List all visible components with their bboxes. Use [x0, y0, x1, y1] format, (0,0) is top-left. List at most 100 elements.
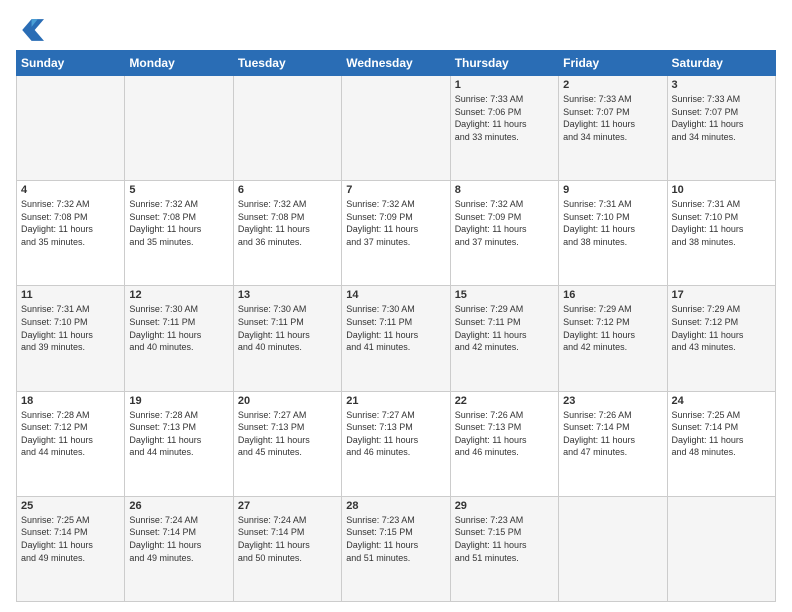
calendar-cell: 10 Sunrise: 7:31 AM Sunset: 7:10 PM Dayli…: [667, 181, 775, 286]
page: SundayMondayTuesdayWednesdayThursdayFrid…: [0, 0, 792, 612]
calendar-cell: 13Sunrise: 7:30 AM Sunset: 7:11 PM Dayli…: [233, 286, 341, 391]
day-number: 28: [346, 500, 445, 512]
day-number: 5: [129, 184, 228, 196]
day-info: Sunrise: 7:28 AM Sunset: 7:12 PM Dayligh…: [21, 409, 120, 459]
day-info: Sunrise: 7:32 AM Sunset: 7:09 PM Dayligh…: [455, 198, 554, 248]
day-of-week-header: Wednesday: [342, 51, 450, 76]
calendar-cell: [17, 76, 125, 181]
day-of-week-header: Saturday: [667, 51, 775, 76]
day-of-week-header: Thursday: [450, 51, 558, 76]
day-number: 21: [346, 395, 445, 407]
day-info: Sunrise: 7:33 AM Sunset: 7:06 PM Dayligh…: [455, 93, 554, 143]
day-info: Sunrise: 7:32 AM Sunset: 7:08 PM Dayligh…: [238, 198, 337, 248]
day-number: 22: [455, 395, 554, 407]
calendar-cell: 25 Sunrise: 7:25 AM Sunset: 7:14 PM Dayli…: [17, 496, 125, 601]
calendar-cell: 17 Sunrise: 7:29 AM Sunset: 7:12 PM Dayli…: [667, 286, 775, 391]
calendar-cell: 19 Sunrise: 7:28 AM Sunset: 7:13 PM Dayli…: [125, 391, 233, 496]
day-info: Sunrise: 7:25 AM Sunset: 7:14 PM Dayligh…: [672, 409, 771, 459]
calendar-cell: 6 Sunrise: 7:32 AM Sunset: 7:08 PM Daylig…: [233, 181, 341, 286]
calendar-cell: 22 Sunrise: 7:26 AM Sunset: 7:13 PM Dayli…: [450, 391, 558, 496]
day-of-week-header: Friday: [559, 51, 667, 76]
day-info: Sunrise: 7:30 AM Sunset: 7:11 PM Dayligh…: [346, 303, 445, 353]
day-number: 1: [455, 79, 554, 91]
day-number: 14: [346, 289, 445, 301]
calendar-cell: 28 Sunrise: 7:23 AM Sunset: 7:15 PM Dayli…: [342, 496, 450, 601]
day-info: Sunrise: 7:32 AM Sunset: 7:08 PM Dayligh…: [129, 198, 228, 248]
day-number: 29: [455, 500, 554, 512]
day-info: Sunrise: 7:33 AM Sunset: 7:07 PM Dayligh…: [672, 93, 771, 143]
calendar-cell: 16 Sunrise: 7:29 AM Sunset: 7:12 PM Dayli…: [559, 286, 667, 391]
day-info: Sunrise: 7:31 AM Sunset: 7:10 PM Dayligh…: [672, 198, 771, 248]
calendar-cell: 18 Sunrise: 7:28 AM Sunset: 7:12 PM Dayli…: [17, 391, 125, 496]
day-info: Sunrise: 7:29 AM Sunset: 7:11 PM Dayligh…: [455, 303, 554, 353]
calendar-cell: 21Sunrise: 7:27 AM Sunset: 7:13 PM Dayli…: [342, 391, 450, 496]
calendar-cell: 7 Sunrise: 7:32 AM Sunset: 7:09 PM Daylig…: [342, 181, 450, 286]
day-of-week-header: Sunday: [17, 51, 125, 76]
calendar-header-row: SundayMondayTuesdayWednesdayThursdayFrid…: [17, 51, 776, 76]
calendar-week-row: 18 Sunrise: 7:28 AM Sunset: 7:12 PM Dayli…: [17, 391, 776, 496]
day-info: Sunrise: 7:33 AM Sunset: 7:07 PM Dayligh…: [563, 93, 662, 143]
day-number: 12: [129, 289, 228, 301]
day-info: Sunrise: 7:29 AM Sunset: 7:12 PM Dayligh…: [563, 303, 662, 353]
calendar-week-row: 4 Sunrise: 7:32 AM Sunset: 7:08 PM Daylig…: [17, 181, 776, 286]
day-number: 7: [346, 184, 445, 196]
day-number: 17: [672, 289, 771, 301]
calendar-cell: 26Sunrise: 7:24 AM Sunset: 7:14 PM Dayli…: [125, 496, 233, 601]
day-number: 16: [563, 289, 662, 301]
calendar-cell: 27Sunrise: 7:24 AM Sunset: 7:14 PM Dayli…: [233, 496, 341, 601]
day-number: 10: [672, 184, 771, 196]
calendar-cell: 11 Sunrise: 7:31 AM Sunset: 7:10 PM Dayli…: [17, 286, 125, 391]
calendar-cell: 2Sunrise: 7:33 AM Sunset: 7:07 PM Daylig…: [559, 76, 667, 181]
day-info: Sunrise: 7:30 AM Sunset: 7:11 PM Dayligh…: [129, 303, 228, 353]
day-number: 11: [21, 289, 120, 301]
day-info: Sunrise: 7:31 AM Sunset: 7:10 PM Dayligh…: [21, 303, 120, 353]
day-number: 6: [238, 184, 337, 196]
day-of-week-header: Tuesday: [233, 51, 341, 76]
day-number: 27: [238, 500, 337, 512]
day-number: 4: [21, 184, 120, 196]
calendar-cell: 9 Sunrise: 7:31 AM Sunset: 7:10 PM Daylig…: [559, 181, 667, 286]
calendar-cell: [125, 76, 233, 181]
day-info: Sunrise: 7:30 AM Sunset: 7:11 PM Dayligh…: [238, 303, 337, 353]
day-info: Sunrise: 7:28 AM Sunset: 7:13 PM Dayligh…: [129, 409, 228, 459]
calendar-cell: 14 Sunrise: 7:30 AM Sunset: 7:11 PM Dayli…: [342, 286, 450, 391]
calendar-week-row: 11 Sunrise: 7:31 AM Sunset: 7:10 PM Dayli…: [17, 286, 776, 391]
day-number: 9: [563, 184, 662, 196]
day-info: Sunrise: 7:29 AM Sunset: 7:12 PM Dayligh…: [672, 303, 771, 353]
day-info: Sunrise: 7:32 AM Sunset: 7:08 PM Dayligh…: [21, 198, 120, 248]
day-number: 20: [238, 395, 337, 407]
day-number: 24: [672, 395, 771, 407]
calendar-cell: 24 Sunrise: 7:25 AM Sunset: 7:14 PM Dayli…: [667, 391, 775, 496]
calendar-cell: [233, 76, 341, 181]
day-info: Sunrise: 7:31 AM Sunset: 7:10 PM Dayligh…: [563, 198, 662, 248]
header: [16, 16, 776, 44]
day-info: Sunrise: 7:25 AM Sunset: 7:14 PM Dayligh…: [21, 514, 120, 564]
day-number: 23: [563, 395, 662, 407]
day-number: 25: [21, 500, 120, 512]
day-info: Sunrise: 7:32 AM Sunset: 7:09 PM Dayligh…: [346, 198, 445, 248]
calendar-cell: 15 Sunrise: 7:29 AM Sunset: 7:11 PM Dayli…: [450, 286, 558, 391]
calendar-cell: [559, 496, 667, 601]
day-info: Sunrise: 7:26 AM Sunset: 7:14 PM Dayligh…: [563, 409, 662, 459]
calendar-cell: 5 Sunrise: 7:32 AM Sunset: 7:08 PM Daylig…: [125, 181, 233, 286]
day-number: 19: [129, 395, 228, 407]
calendar-cell: 29Sunrise: 7:23 AM Sunset: 7:15 PM Dayli…: [450, 496, 558, 601]
day-number: 26: [129, 500, 228, 512]
day-info: Sunrise: 7:26 AM Sunset: 7:13 PM Dayligh…: [455, 409, 554, 459]
day-number: 18: [21, 395, 120, 407]
calendar-week-row: 25 Sunrise: 7:25 AM Sunset: 7:14 PM Dayli…: [17, 496, 776, 601]
logo: [16, 16, 48, 44]
calendar-table: SundayMondayTuesdayWednesdayThursdayFrid…: [16, 50, 776, 602]
calendar-cell: [667, 496, 775, 601]
calendar-week-row: 1 Sunrise: 7:33 AM Sunset: 7:06 PM Daylig…: [17, 76, 776, 181]
day-info: Sunrise: 7:27 AM Sunset: 7:13 PM Dayligh…: [238, 409, 337, 459]
calendar-cell: 12 Sunrise: 7:30 AM Sunset: 7:11 PM Dayli…: [125, 286, 233, 391]
calendar-cell: [342, 76, 450, 181]
day-info: Sunrise: 7:23 AM Sunset: 7:15 PM Dayligh…: [346, 514, 445, 564]
calendar-cell: 4 Sunrise: 7:32 AM Sunset: 7:08 PM Daylig…: [17, 181, 125, 286]
calendar-cell: 3 Sunrise: 7:33 AM Sunset: 7:07 PM Daylig…: [667, 76, 775, 181]
day-of-week-header: Monday: [125, 51, 233, 76]
day-number: 15: [455, 289, 554, 301]
calendar-cell: 8Sunrise: 7:32 AM Sunset: 7:09 PM Daylig…: [450, 181, 558, 286]
day-number: 3: [672, 79, 771, 91]
